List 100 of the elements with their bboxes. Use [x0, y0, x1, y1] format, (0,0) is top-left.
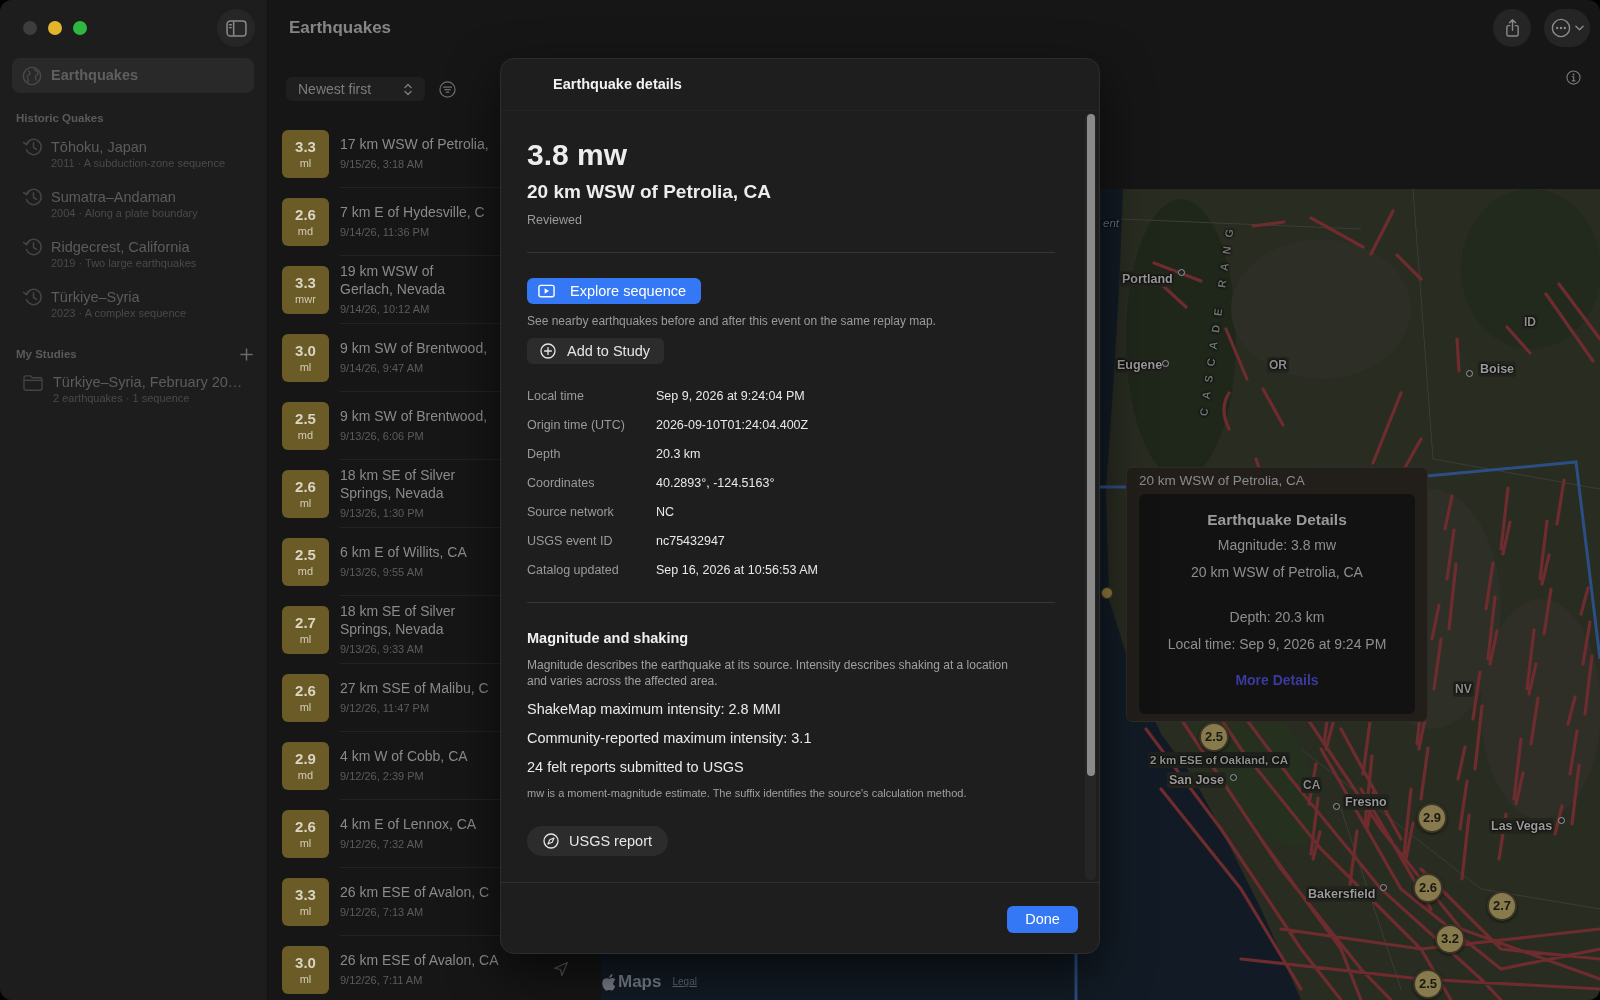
city-dot-icon [1332, 802, 1340, 810]
magnitude-type: ml [299, 904, 312, 918]
share-icon [1504, 18, 1520, 38]
place-text: 4 km E of Lennox, CA [340, 815, 478, 833]
clock-arrow-icon [22, 187, 42, 207]
section-header: My Studies [16, 347, 77, 362]
place-text: 26 km ESE of Avalon, C [340, 883, 491, 901]
magnitude-value: 2.6 [295, 206, 316, 224]
city-dot-icon [1161, 359, 1169, 367]
minimize-window-icon[interactable] [48, 21, 62, 35]
state-label: CA [1301, 777, 1323, 793]
info-icon[interactable] [1566, 70, 1581, 85]
magnitude-type: ml [299, 700, 312, 714]
time-text: 9/12/26, 7:13 AM [340, 905, 424, 920]
magnitude-value: 2.7 [295, 614, 316, 632]
sidebar-icon [225, 19, 247, 37]
magnitude-type: ml [299, 836, 312, 850]
city-dot-icon [1465, 369, 1473, 377]
sidebar-toggle-button[interactable] [217, 9, 255, 47]
time-text: 9/13/26, 6:06 PM [340, 429, 424, 444]
magnitude-type: ml [299, 972, 312, 986]
callout-text: Magnitude: 3.8 mw [1217, 536, 1337, 555]
fact-value: 2026-09-10T01:24:04.400Z [656, 417, 809, 435]
city-dot-icon [1177, 268, 1185, 276]
magnitude-type: mwr [295, 292, 316, 306]
time-text: 9/13/26, 1:30 PM [340, 506, 424, 521]
item-title: Sumatra–Andaman [51, 188, 176, 206]
fact-value: 40.2893°, -124.5163° [656, 475, 775, 493]
place-text: 9 km SW of Brentwood, [340, 339, 489, 357]
item-title: Ridgecrest, California [51, 238, 190, 256]
maps-wordmark: Maps [618, 972, 662, 992]
review-status: Reviewed [527, 212, 582, 228]
place-text: 26 km ESE of Avalon, CA [340, 951, 500, 969]
fact-label: Coordinates [527, 475, 595, 493]
fact-label: Source network [527, 504, 614, 522]
state-label: OR [1267, 357, 1289, 373]
magnitude-type: ml [299, 632, 312, 646]
magnitude-type: ml [299, 156, 312, 170]
magnitude-value: 3.0 [295, 954, 316, 972]
magnitude-value: 2.6 [295, 478, 316, 496]
place-text: 18 km SE of Silver Springs, Nevada [340, 602, 457, 638]
fact-label: Catalog updated [527, 562, 619, 580]
city-label: Bakersfield [1306, 886, 1378, 902]
explore-sequence-button[interactable]: Explore sequence [527, 278, 702, 304]
item-title: Tōhoku, Japan [51, 138, 147, 156]
city-dot-icon [1379, 883, 1387, 891]
time-text: 9/13/26, 9:55 AM [340, 565, 424, 580]
city-label: San Jose [1167, 772, 1226, 788]
explore-note: See nearby earthquakes before and after this event on the same replay map. [527, 313, 936, 329]
time-text: 9/12/26, 2:39 PM [340, 769, 424, 784]
magnitude-value: 2.6 [295, 818, 316, 836]
usgs-report-button[interactable]: USGS report [527, 826, 668, 856]
filter-icon[interactable] [439, 81, 456, 98]
magnitude-type: md [297, 428, 314, 442]
magnitude-value: 3.0 [295, 342, 316, 360]
plus-circle-icon [540, 343, 556, 359]
callout-heading: Earthquake Details [1207, 510, 1347, 530]
window-title: Earthquakes [289, 17, 392, 40]
callout-text: Local time: Sep 9, 2026 at 9:24 PM [1167, 635, 1387, 654]
fact-value: Sep 9, 2026 at 9:24:04 PM [656, 388, 805, 406]
callout-text: 20 km WSW of Petrolia, CA [1191, 563, 1363, 582]
globe-icon [22, 65, 42, 86]
place-text: 18 km SE of Silver Springs, Nevada [340, 466, 457, 502]
apple-icon [602, 973, 616, 991]
fact-label: Local time [527, 388, 584, 406]
magnitude-value: 2.6 [295, 682, 316, 700]
legal-link[interactable]: Legal [672, 975, 697, 989]
state-label: ID [1522, 314, 1538, 330]
more-button[interactable] [1544, 9, 1590, 47]
sort-dropdown[interactable]: Newest first [286, 77, 425, 101]
magnitude-type: ml [299, 360, 312, 374]
clock-arrow-icon [22, 287, 42, 307]
chevron-down-icon [1574, 25, 1584, 31]
fact-label: Depth [527, 446, 561, 464]
time-text: 9/13/26, 9:33 AM [340, 642, 424, 657]
state-label: NV [1453, 681, 1474, 697]
item-title: Türkiye–Syria [51, 288, 140, 306]
plus-icon[interactable] [240, 347, 253, 361]
footnote-text: mw is a moment-magnitude estimate. The suffix identifies the source's calculation method. [527, 786, 967, 800]
scrollbar-thumb[interactable] [1086, 114, 1095, 776]
item-title: Türkiye–Syria, February 20… [53, 373, 243, 391]
place-text: 19 km WSW of Gerlach, Nevada [340, 262, 447, 298]
fact-value: Sep 16, 2026 at 10:56:53 AM [656, 562, 818, 580]
place-text: 7 km E of Hydesville, C [340, 203, 486, 221]
city-dot-icon [1557, 816, 1565, 824]
water-label: ent [1103, 216, 1119, 231]
magnitude-value: 2.5 [295, 546, 316, 564]
place-text: 9 km SW of Brentwood, [340, 407, 489, 425]
share-button[interactable] [1493, 9, 1531, 47]
add-to-study-button[interactable]: Add to Study [527, 338, 665, 364]
city-label: Boise [1478, 361, 1517, 377]
magnitude-value: 3.3 [295, 138, 316, 156]
time-text: 9/12/26, 11:47 PM [340, 701, 430, 716]
done-button[interactable]: Done [1007, 906, 1078, 933]
zoom-window-icon[interactable] [73, 21, 87, 35]
place-text: 27 km SSE of Malibu, C [340, 679, 490, 697]
city-label: Fresno [1343, 794, 1389, 810]
magnitude-value: 3.3 [295, 274, 316, 292]
magnitude-type: ml [299, 496, 312, 510]
chevron-up-down-icon [404, 82, 412, 96]
